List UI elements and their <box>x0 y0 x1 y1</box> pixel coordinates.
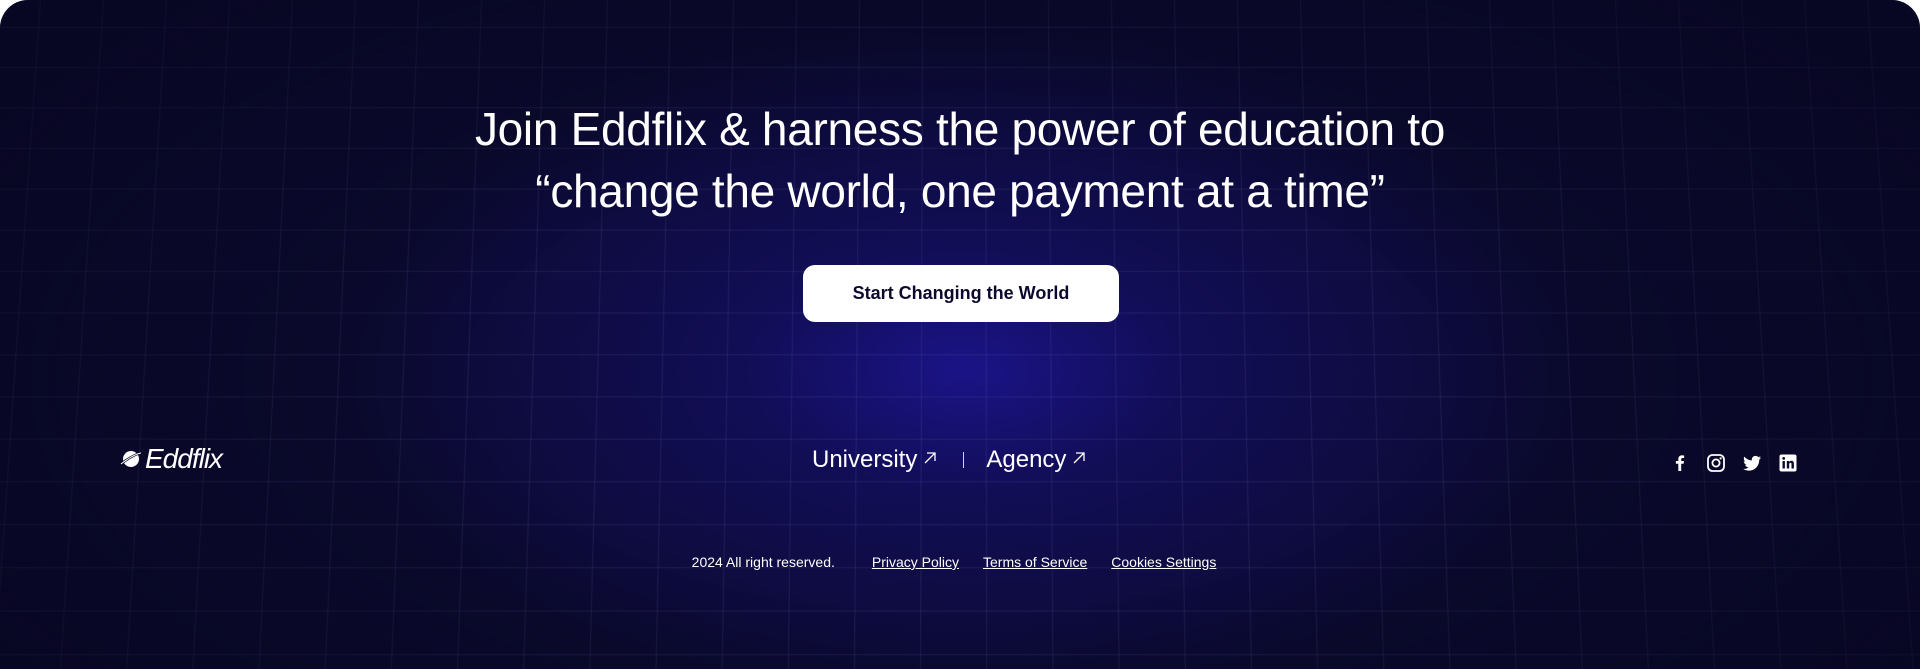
social-links <box>1670 453 1798 473</box>
nav-link-agency[interactable]: Agency <box>986 446 1087 474</box>
terms-of-service-link[interactable]: Terms of Service <box>983 554 1087 570</box>
facebook-icon[interactable] <box>1670 453 1690 473</box>
eddflix-logo[interactable]: Eddflix <box>120 443 222 475</box>
planet-logo-icon <box>120 448 142 470</box>
copyright-text: 2024 All right reserved. <box>692 554 835 570</box>
nav-link-university[interactable]: University <box>812 446 938 474</box>
headline-line-1: Join Eddflix & harness the power of educ… <box>0 98 1920 160</box>
privacy-policy-link[interactable]: Privacy Policy <box>872 554 959 570</box>
arrow-up-right-icon <box>1071 450 1087 466</box>
twitter-icon[interactable] <box>1742 453 1762 473</box>
footer-nav: University Agency <box>812 446 1087 474</box>
linkedin-icon[interactable] <box>1778 453 1798 473</box>
nav-link-label: University <box>812 446 917 474</box>
start-changing-button[interactable]: Start Changing the World <box>803 265 1119 322</box>
cookies-settings-link[interactable]: Cookies Settings <box>1111 554 1216 570</box>
nav-link-label: Agency <box>986 446 1066 474</box>
footer-cta-section: Join Eddflix & harness the power of educ… <box>0 0 1920 669</box>
headline-line-2: “change the world, one payment at a time… <box>0 160 1920 222</box>
cta-headline: Join Eddflix & harness the power of educ… <box>0 98 1920 222</box>
arrow-up-right-icon <box>922 450 938 466</box>
nav-divider <box>963 452 964 468</box>
logo-text: Eddflix <box>145 443 222 475</box>
instagram-icon[interactable] <box>1706 453 1726 473</box>
legal-bar: 2024 All right reserved. Privacy Policy … <box>0 554 1920 570</box>
